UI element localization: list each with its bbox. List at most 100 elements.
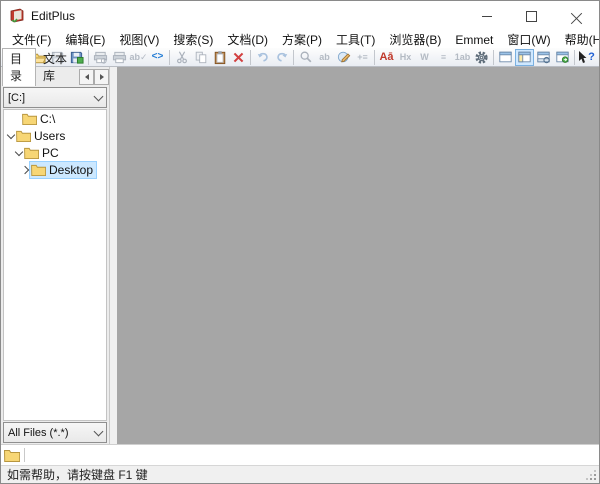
- window-editor-button[interactable]: [496, 49, 515, 66]
- tab-directory[interactable]: 目录: [2, 48, 36, 86]
- tree-item-users[interactable]: Users: [4, 127, 106, 144]
- toolbar-separator: [574, 50, 575, 65]
- spell-check-icon: ab✓: [129, 53, 147, 62]
- delete-button[interactable]: [229, 49, 248, 66]
- close-button[interactable]: [554, 1, 599, 31]
- window-title: EditPlus: [31, 9, 75, 23]
- menu-view[interactable]: 视图(V): [112, 31, 166, 48]
- hex-view-icon: Hx: [400, 53, 412, 62]
- menu-edit[interactable]: 编辑(E): [58, 31, 112, 48]
- sidebar-splitter[interactable]: [109, 67, 117, 444]
- window-browser-button[interactable]: [553, 49, 572, 66]
- resize-grip[interactable]: [594, 478, 596, 480]
- marker-button[interactable]: [334, 49, 353, 66]
- find-button: [296, 49, 315, 66]
- directory-toggle-folder-icon[interactable]: [4, 449, 20, 462]
- drive-select[interactable]: [C:]: [3, 87, 107, 108]
- directory-tree: C:\ Users PC: [3, 109, 107, 421]
- word-wrap-icon: W: [420, 53, 429, 62]
- replace-icon: ab: [319, 53, 330, 62]
- minimize-icon: [482, 16, 492, 17]
- redo-button: [272, 49, 291, 66]
- toolbar-separator: [169, 50, 170, 65]
- copy-icon: [194, 50, 208, 64]
- font-button[interactable]: Aā: [377, 49, 396, 66]
- toolbar-separator: [493, 50, 494, 65]
- minimize-button[interactable]: [464, 1, 509, 31]
- cut-icon: [175, 50, 189, 64]
- toolbar-separator: [293, 50, 294, 65]
- editor-empty-area: [117, 67, 599, 444]
- indent-icon: +≡: [357, 53, 368, 62]
- menu-file[interactable]: 文件(F): [5, 31, 58, 48]
- marker-pencil-icon: [337, 50, 351, 64]
- status-bar: 如需帮助，请按键盘 F1 键: [1, 465, 599, 483]
- window-output-button[interactable]: [534, 49, 553, 66]
- chevron-right-icon[interactable]: [20, 165, 28, 173]
- window-editor-icon: [498, 50, 513, 64]
- whitespace-button: ≡: [434, 49, 453, 66]
- menu-emmet[interactable]: Emmet: [448, 33, 500, 47]
- tab-scroll-left-button[interactable]: [79, 69, 94, 85]
- print-icon: [112, 50, 127, 65]
- context-help-button[interactable]: ?: [577, 49, 596, 66]
- replace-button: ab: [315, 49, 334, 66]
- tree-item-pc[interactable]: PC: [4, 144, 106, 161]
- maximize-icon: [526, 11, 537, 22]
- font-icon: Aā: [379, 52, 393, 63]
- menu-document[interactable]: 文档(D): [220, 31, 275, 48]
- line-numbers-button: 1ab: [453, 49, 472, 66]
- window-directory-icon: [517, 50, 532, 64]
- drive-select-value: [C:]: [8, 92, 95, 104]
- tree-item-desktop[interactable]: Desktop: [4, 161, 106, 178]
- menu-tools[interactable]: 工具(T): [329, 31, 382, 48]
- copy-button: [191, 49, 210, 66]
- html-toolbar-button[interactable]: <>: [148, 49, 167, 66]
- menu-help[interactable]: 帮助(H): [558, 31, 600, 48]
- tree-item-label: C:\: [40, 112, 55, 126]
- whitespace-icon: ≡: [441, 53, 446, 62]
- status-message: 如需帮助，请按键盘 F1 键: [7, 466, 148, 483]
- selected-tree-item[interactable]: Desktop: [30, 162, 96, 178]
- print-preview-icon: [93, 50, 108, 65]
- delete-icon: [232, 51, 245, 64]
- toolbar-separator: [374, 50, 375, 65]
- tree-item-drive[interactable]: C:\: [4, 110, 106, 127]
- toolbar: ab✓ <>: [1, 48, 599, 67]
- undo-button: [253, 49, 272, 66]
- menu-bar: 文件(F) 编辑(E) 视图(V) 搜索(S) 文档(D) 方案(P) 工具(T…: [1, 31, 599, 48]
- preferences-button[interactable]: [472, 49, 491, 66]
- file-filter-value: All Files (*.*): [8, 427, 95, 439]
- chevron-down-icon: [94, 426, 104, 436]
- tree-item-label: Users: [34, 129, 65, 143]
- chevron-down-icon[interactable]: [6, 130, 14, 138]
- tree-item-label: Desktop: [49, 163, 93, 177]
- menu-project[interactable]: 方案(P): [275, 31, 329, 48]
- menu-browser[interactable]: 浏览器(B): [382, 31, 448, 48]
- menu-search[interactable]: 搜索(S): [166, 31, 220, 48]
- paste-button[interactable]: [210, 49, 229, 66]
- editplus-window: EditPlus 文件(F) 编辑(E) 视图(V) 搜索(S) 文档(D) 方…: [0, 0, 600, 484]
- window-directory-button[interactable]: [515, 49, 534, 66]
- content-area: 目录 文本库 [C:] C:\: [1, 67, 599, 444]
- doctab-separator: [24, 448, 25, 462]
- search-icon: [299, 50, 313, 64]
- triangle-right-icon: [100, 74, 104, 80]
- undo-icon: [256, 51, 270, 64]
- editplus-logo-icon: [9, 8, 25, 24]
- tab-scroll-buttons: [79, 69, 109, 85]
- maximize-button[interactable]: [509, 1, 554, 31]
- directory-sidebar: 目录 文本库 [C:] C:\: [1, 67, 109, 444]
- chevron-down-icon[interactable]: [14, 147, 22, 155]
- tab-scroll-right-button[interactable]: [94, 69, 109, 85]
- menu-window[interactable]: 窗口(W): [500, 31, 557, 48]
- window-browser-icon: [555, 50, 570, 64]
- toolbar-separator: [250, 50, 251, 65]
- tree-item-label: PC: [42, 146, 59, 160]
- folder-icon: [24, 147, 39, 159]
- sidebar-tab-row: 目录 文本库: [1, 67, 109, 86]
- file-filter-select[interactable]: All Files (*.*): [3, 422, 107, 443]
- cut-button: [172, 49, 191, 66]
- triangle-left-icon: [85, 74, 89, 80]
- tab-cliptext[interactable]: 文本库: [36, 49, 77, 86]
